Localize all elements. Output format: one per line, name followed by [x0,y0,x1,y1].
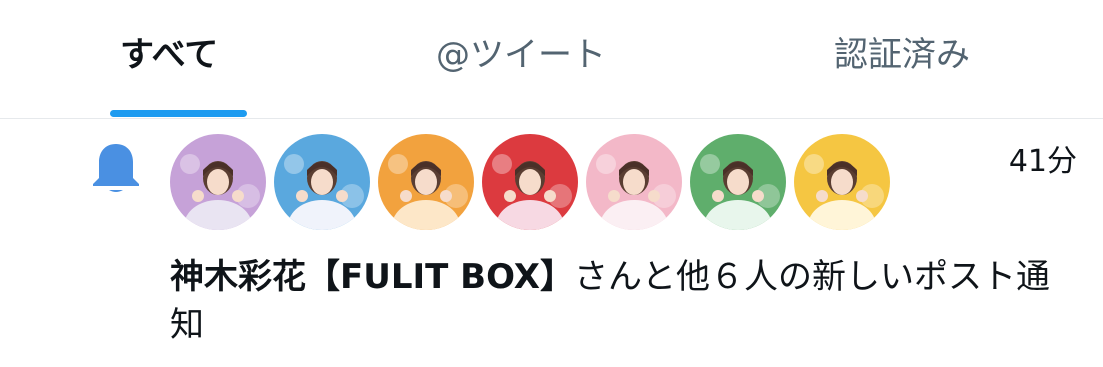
avatar-pink[interactable] [586,134,682,230]
avatar-yellow[interactable] [794,134,890,230]
avatar-green[interactable] [690,134,786,230]
timestamp: 41分 [1008,144,1077,179]
avatar-orange[interactable] [378,134,474,230]
tab-verified[interactable]: 認証済み [834,30,970,80]
avatar-blue[interactable] [274,134,370,230]
tab-mentions[interactable]: @ツイート [436,30,606,80]
avatar-red[interactable] [482,134,578,230]
bell-icon [93,144,139,192]
tab-all[interactable]: すべて [120,30,218,80]
user-name[interactable]: 神木彩花【FULIT BOX】 [170,257,574,297]
tab-selected-indicator [110,110,247,117]
notification-message: 神木彩花【FULIT BOX】さんと他６人の新しいポスト通知 [170,253,1070,349]
tab-bar: すべて @ツイート 認証済み [0,0,1103,119]
avatar-purple[interactable] [170,134,266,230]
